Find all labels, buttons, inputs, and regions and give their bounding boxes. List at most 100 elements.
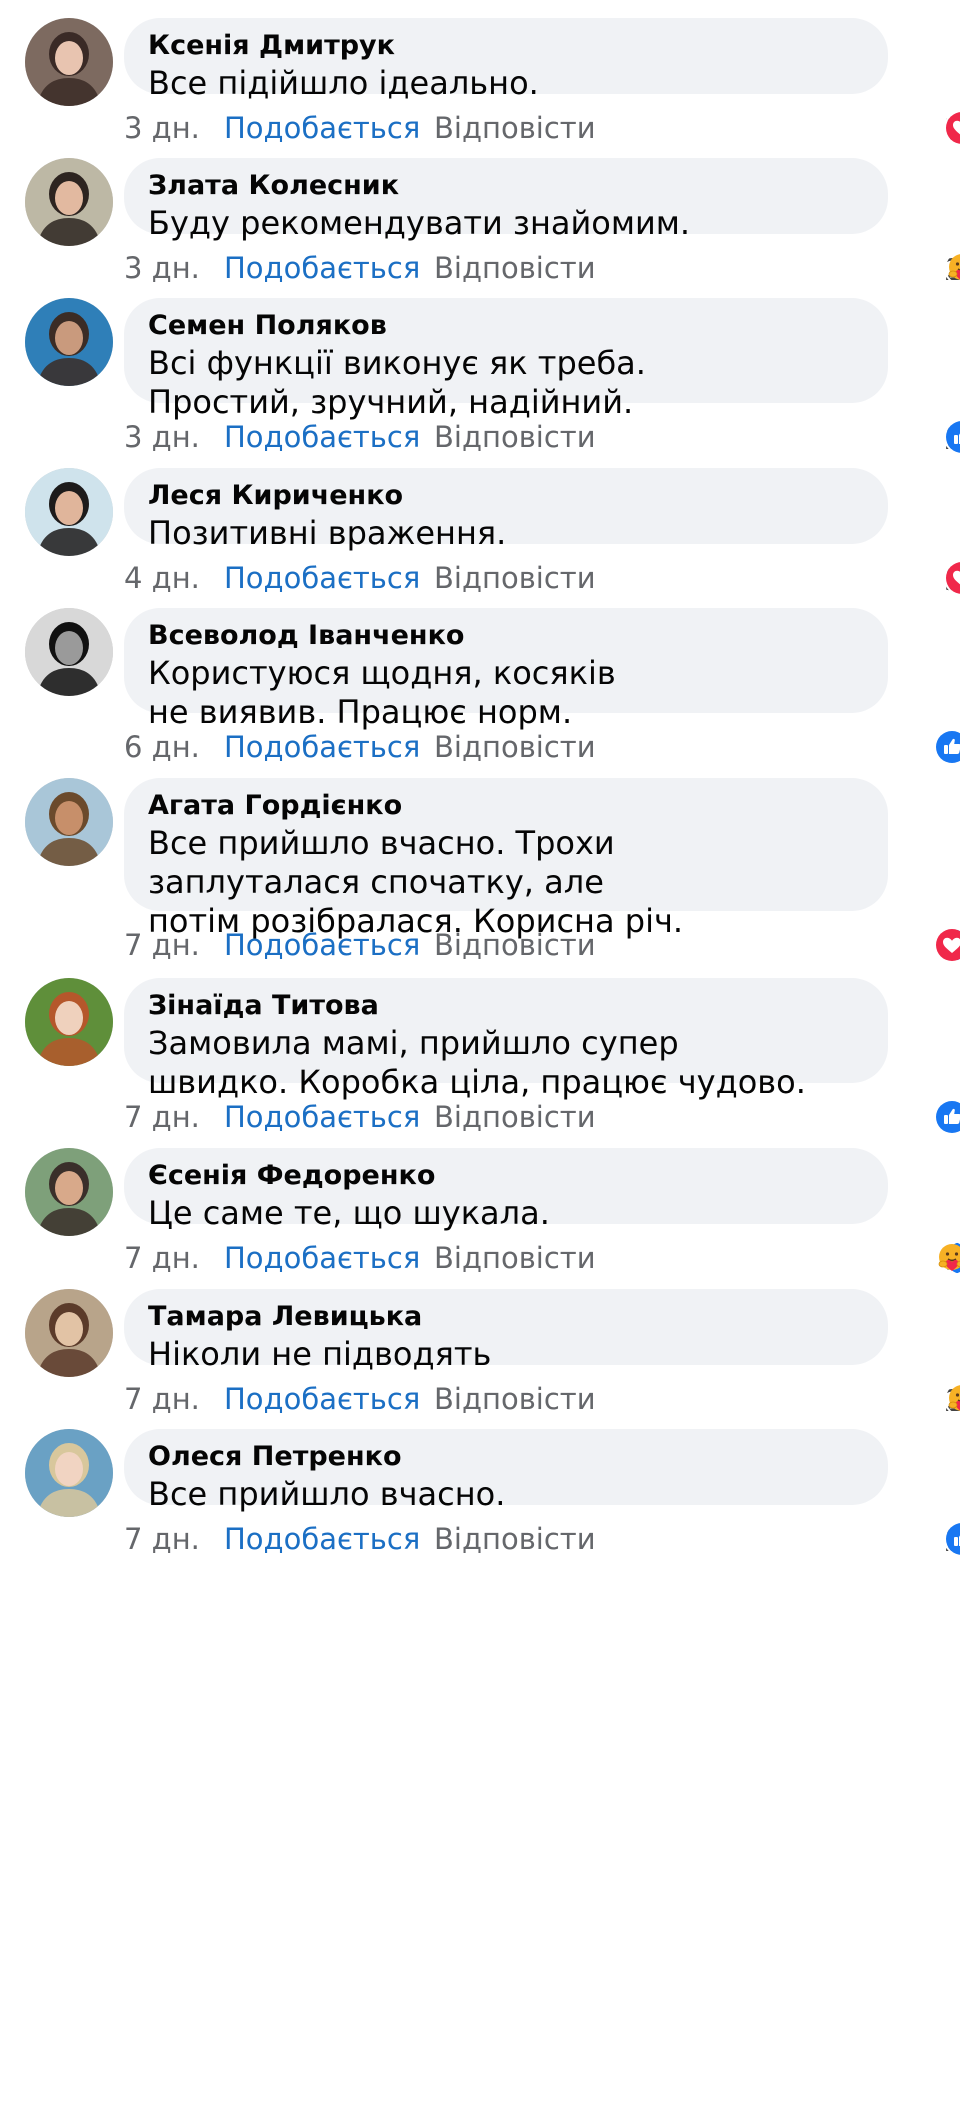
comment-text: Все підійшло ідеально.	[148, 64, 864, 103]
comment-text-line: Це саме те, що шукала.	[148, 1194, 550, 1232]
comment-bubble: Леся Кириченко Позитивні враження.	[124, 468, 888, 552]
comment-bubble: Зінаїда Титова Замовила мамі, прийшло су…	[124, 978, 888, 1101]
care-icon	[944, 1381, 960, 1417]
comment-actions: 3 дн. Подобається Відповісти 7	[124, 108, 960, 148]
comment-author[interactable]: Всеволод Іванченко	[148, 620, 864, 652]
comment-actions: 7 дн. Подобається Відповісти 7	[124, 925, 960, 965]
reply-button[interactable]: Відповісти	[434, 925, 596, 965]
reply-button[interactable]: Відповісти	[434, 727, 596, 767]
comment-bubble: Злата Колесник Буду рекомендувати знайом…	[124, 158, 888, 242]
love-icon	[934, 927, 960, 963]
like-button[interactable]: Подобається	[224, 1097, 420, 1137]
comment-author[interactable]: Єсенія Федоренко	[148, 1160, 864, 1192]
comment-text-line: Буду рекомендувати знайомим.	[148, 204, 691, 242]
like-button[interactable]: Подобається	[224, 417, 420, 457]
comment-text-line: Замовила мамі, прийшло супер	[148, 1024, 679, 1062]
love-icon	[944, 110, 960, 146]
comment-actions: 7 дн. Подобається Відповісти 5	[124, 1097, 960, 1137]
comment-time[interactable]: 7 дн.	[124, 1097, 200, 1137]
comment-actions: 7 дн. Подобається Відповісти 2	[124, 1379, 960, 1419]
comment-author[interactable]: Леся Кириченко	[148, 480, 864, 512]
comment-author[interactable]: Зінаїда Титова	[148, 990, 864, 1022]
avatar[interactable]	[25, 18, 113, 106]
avatar[interactable]	[25, 978, 113, 1066]
comment-text-line: Позитивні враження.	[148, 514, 507, 552]
comment-text-line: Всі функції виконує як треба.	[148, 344, 646, 382]
comment-actions: 3 дн. Подобається Відповісти 2	[124, 248, 960, 288]
comment-author[interactable]: Ксенія Дмитрук	[148, 30, 864, 62]
comment-text-line: Все прийшло вчасно.	[148, 1475, 506, 1513]
reply-button[interactable]: Відповісти	[434, 1238, 596, 1278]
comment-author[interactable]: Олеся Петренко	[148, 1441, 864, 1473]
reply-button[interactable]: Відповісти	[434, 1097, 596, 1137]
comment-bubble: Єсенія Федоренко Це саме те, що шукала.	[124, 1148, 888, 1232]
like-button[interactable]: Подобається	[224, 1238, 420, 1278]
like-button[interactable]: Подобається	[224, 1519, 420, 1559]
comment-time[interactable]: 3 дн.	[124, 417, 200, 457]
comment-text: Замовила мамі, прийшло супер швидко. Коро…	[148, 1024, 864, 1102]
comment-bubble: Ксенія Дмитрук Все підійшло ідеально.	[124, 18, 888, 102]
comment-actions: 6 дн. Подобається Відповісти 3	[124, 727, 960, 767]
comment-time[interactable]: 3 дн.	[124, 248, 200, 288]
like-button[interactable]: Подобається	[224, 248, 420, 288]
like-icon	[944, 419, 960, 455]
reply-button[interactable]: Відповісти	[434, 248, 596, 288]
comment-author[interactable]: Семен Поляков	[148, 310, 864, 342]
comments-list: Ксенія Дмитрук Все підійшло ідеально. 3 …	[0, 0, 960, 2118]
comment-bubble: Семен Поляков Всі функції виконує як тре…	[124, 298, 888, 421]
comment-time[interactable]: 6 дн.	[124, 727, 200, 767]
comment-text: Користуюся щодня, косяків не виявив. Прац…	[148, 654, 864, 732]
avatar[interactable]	[25, 1289, 113, 1377]
comment-actions: 7 дн. Подобається Відповісти 10	[124, 1238, 960, 1278]
comment-text: Все прийшло вчасно. Трохи заплуталася спо…	[148, 824, 864, 941]
love-icon	[944, 560, 960, 596]
comment-time[interactable]: 4 дн.	[124, 558, 200, 598]
like-button[interactable]: Подобається	[224, 727, 420, 767]
avatar[interactable]	[25, 1429, 113, 1517]
comment-time[interactable]: 7 дн.	[124, 1379, 200, 1419]
avatar[interactable]	[25, 608, 113, 696]
comment-time[interactable]: 3 дн.	[124, 108, 200, 148]
comment-time[interactable]: 7 дн.	[124, 925, 200, 965]
reply-button[interactable]: Відповісти	[434, 558, 596, 598]
comment-text: Все прийшло вчасно.	[148, 1475, 864, 1514]
like-icon	[944, 1521, 960, 1557]
like-button[interactable]: Подобається	[224, 925, 420, 965]
comment-bubble: Тамара Левицька Ніколи не підводять	[124, 1289, 888, 1373]
comment-text-line: Все підійшло ідеально.	[148, 64, 539, 102]
comment-text: Це саме те, що шукала.	[148, 1194, 864, 1233]
comment-text-line: Користуюся щодня, косяків	[148, 654, 616, 692]
comment-text: Буду рекомендувати знайомим.	[148, 204, 864, 243]
comment-time[interactable]: 7 дн.	[124, 1519, 200, 1559]
reply-button[interactable]: Відповісти	[434, 108, 596, 148]
comment-bubble: Всеволод Іванченко Користуюся щодня, кос…	[124, 608, 888, 731]
comment-time[interactable]: 7 дн.	[124, 1238, 200, 1278]
comment-text: Всі функції виконує як треба. Простий, зр…	[148, 344, 864, 422]
avatar[interactable]	[25, 298, 113, 386]
avatar[interactable]	[25, 778, 113, 866]
like-icon	[934, 1099, 960, 1135]
comment-actions: 3 дн. Подобається Відповісти 2	[124, 417, 960, 457]
like-icon	[934, 729, 960, 765]
reply-button[interactable]: Відповісти	[434, 417, 596, 457]
comment-bubble: Агата Гордієнко Все прийшло вчасно. Трох…	[124, 778, 888, 940]
comment-text: Ніколи не підводять	[148, 1335, 864, 1374]
care-icon	[934, 1240, 960, 1276]
reply-button[interactable]: Відповісти	[434, 1519, 596, 1559]
comment-text-line: Все прийшло вчасно. Трохи	[148, 824, 615, 862]
comment-author[interactable]: Агата Гордієнко	[148, 790, 864, 822]
comment-bubble: Олеся Петренко Все прийшло вчасно.	[124, 1429, 888, 1513]
like-button[interactable]: Подобається	[224, 1379, 420, 1419]
avatar[interactable]	[25, 158, 113, 246]
comment-actions: 4 дн. Подобається Відповісти 5	[124, 558, 960, 598]
like-button[interactable]: Подобається	[224, 558, 420, 598]
comment-author[interactable]: Злата Колесник	[148, 170, 864, 202]
reply-button[interactable]: Відповісти	[434, 1379, 596, 1419]
avatar[interactable]	[25, 1148, 113, 1236]
comment-text: Позитивні враження.	[148, 514, 864, 553]
comment-author[interactable]: Тамара Левицька	[148, 1301, 864, 1333]
care-icon	[944, 250, 960, 286]
like-button[interactable]: Подобається	[224, 108, 420, 148]
comment-actions: 7 дн. Подобається Відповісти 2	[124, 1519, 960, 1559]
avatar[interactable]	[25, 468, 113, 556]
